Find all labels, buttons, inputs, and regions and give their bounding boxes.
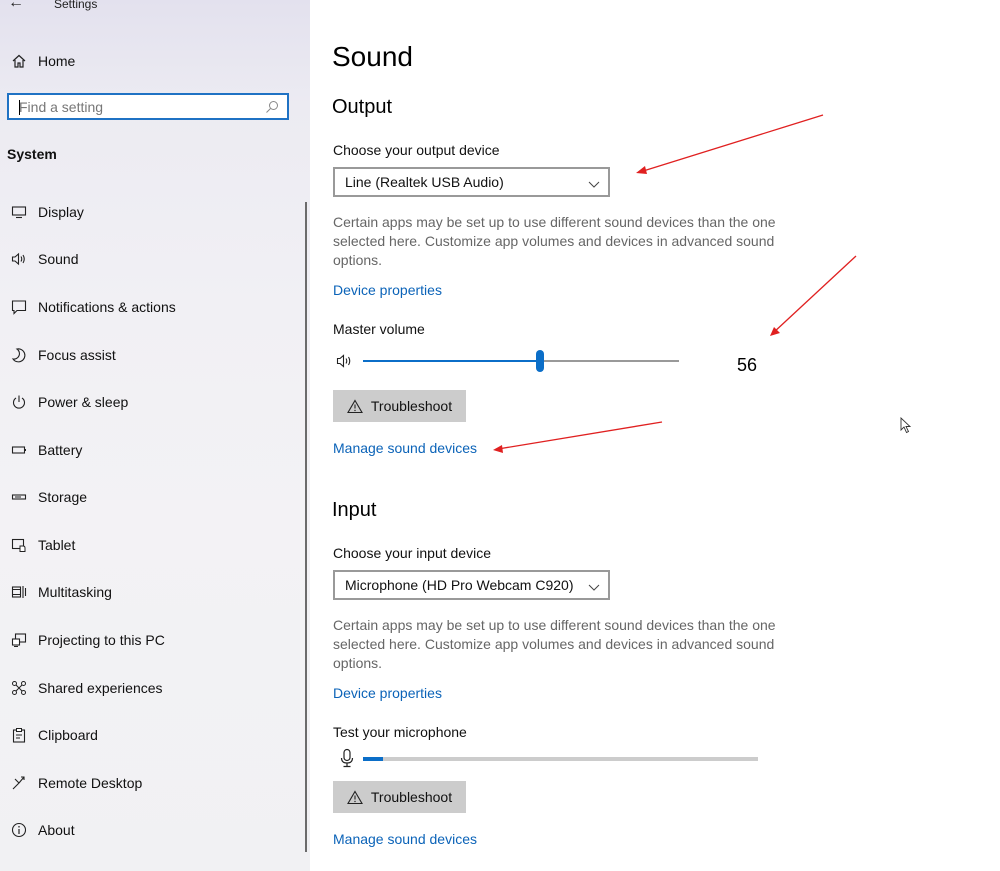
annotation-arrow-manage-devices bbox=[493, 421, 663, 453]
annotation-arrow-output-device bbox=[636, 114, 824, 174]
annotation-arrows bbox=[493, 114, 857, 453]
annotation-arrow-volume-value bbox=[770, 255, 857, 336]
